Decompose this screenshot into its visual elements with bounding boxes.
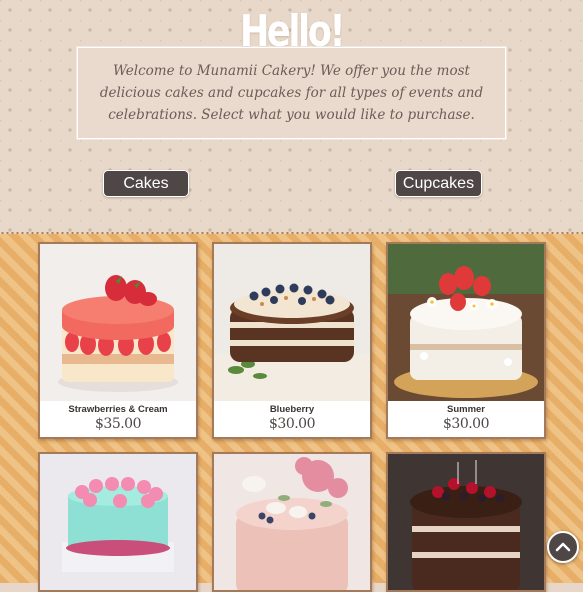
- product-card[interactable]: Summer $30.00: [386, 242, 546, 439]
- product-price: $35.00: [95, 416, 142, 432]
- product-image[interactable]: [388, 454, 544, 590]
- product-name: Strawberries & Cream: [68, 404, 168, 415]
- product-image[interactable]: [40, 244, 196, 401]
- welcome-text: Welcome to Munamii Cakery! We offer you …: [99, 63, 484, 123]
- cakes-button[interactable]: Cakes: [103, 170, 189, 197]
- product-card[interactable]: [212, 452, 372, 592]
- product-card[interactable]: [38, 452, 198, 592]
- product-card[interactable]: Blueberry $30.00: [212, 242, 372, 439]
- product-image[interactable]: [388, 244, 544, 401]
- product-price: $30.00: [269, 416, 316, 432]
- product-name: Summer: [446, 404, 485, 415]
- product-image[interactable]: [40, 454, 196, 590]
- product-image[interactable]: [214, 454, 370, 590]
- cupcakes-button[interactable]: Cupcakes: [395, 170, 482, 197]
- scroll-top-button[interactable]: [547, 531, 579, 563]
- product-name: Blueberry: [269, 404, 315, 415]
- welcome-box: Welcome to Munamii Cakery! We offer you …: [77, 47, 506, 139]
- chevron-up-icon: [555, 538, 571, 557]
- product-image[interactable]: [214, 244, 370, 401]
- hero-section: Hello! Welcome to Munamii Cakery! We off…: [0, 0, 583, 232]
- product-card[interactable]: Strawberries & Cream $35.00: [38, 242, 198, 439]
- product-card[interactable]: [386, 452, 546, 592]
- product-price: $30.00: [443, 416, 490, 432]
